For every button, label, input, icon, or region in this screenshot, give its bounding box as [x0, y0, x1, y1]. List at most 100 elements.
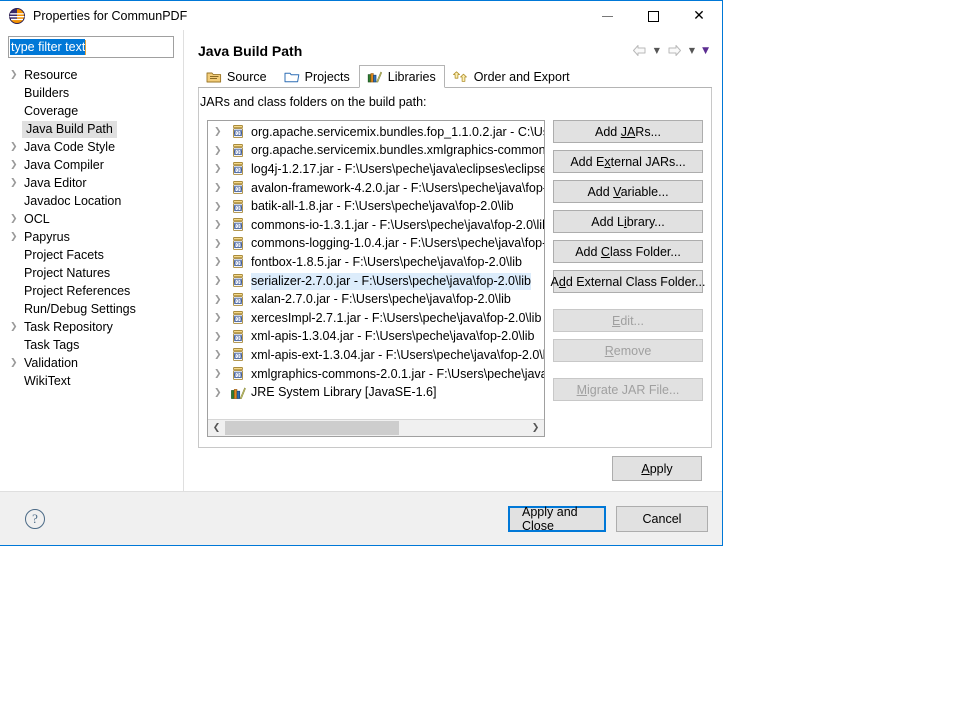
sidebar-item-java-code-style[interactable]: ❯ Java Code Style	[0, 138, 183, 156]
chevron-right-icon[interactable]: ❯	[214, 332, 230, 342]
filter-input[interactable]: type filter text	[8, 36, 174, 58]
build-path-entry[interactable]: ❯ 010 commons-logging-1.0.4.jar - F:\Users…	[208, 235, 544, 254]
chevron-right-icon[interactable]: ❯	[214, 257, 230, 267]
cancel-button[interactable]: Cancel	[616, 505, 708, 532]
chevron-right-icon[interactable]: ❯	[214, 313, 230, 323]
svg-text:010: 010	[234, 168, 243, 174]
svg-text:010: 010	[234, 373, 243, 379]
build-path-entry[interactable]: ❯ 010 log4j-1.2.17.jar - F:\Users\peche\ja…	[208, 160, 544, 179]
sidebar-item-project-natures[interactable]: Project Natures	[0, 264, 183, 282]
window-controls: ✕	[584, 1, 722, 31]
build-path-entry[interactable]: ❯ 010 org.apache.servicemix.bundles.fop_1.…	[208, 123, 544, 142]
scrollbar-thumb[interactable]	[225, 420, 399, 435]
sidebar-item-java-build-path[interactable]: Java Build Path	[0, 120, 183, 138]
build-path-entry[interactable]: ❯ 010 serializer-2.7.0.jar - F:\Users\pech…	[208, 272, 544, 291]
chevron-right-icon[interactable]: ❯	[214, 239, 230, 249]
build-path-entry-label: xalan-2.7.0.jar - F:\Users\peche\java\fo…	[251, 292, 511, 307]
svg-text:010: 010	[234, 354, 243, 360]
chevron-right-icon[interactable]: ❯	[10, 160, 24, 170]
chevron-right-icon[interactable]: ❯	[10, 214, 24, 224]
chevron-right-icon[interactable]: ❯	[214, 164, 230, 174]
add-library-button[interactable]: Add Library...	[553, 210, 703, 233]
chevron-right-icon[interactable]: ❯	[214, 127, 230, 137]
forward-menu-chevron-down-icon[interactable]: ▼	[686, 46, 698, 55]
sidebar-item-task-tags[interactable]: Task Tags	[0, 336, 183, 354]
sidebar-item-ocl[interactable]: ❯ OCL	[0, 210, 183, 228]
scrollbar-track[interactable]	[225, 420, 527, 437]
back-arrow-icon[interactable]	[629, 42, 650, 59]
close-button[interactable]: ✕	[676, 1, 722, 31]
chevron-right-icon[interactable]: ❯	[214, 183, 230, 193]
help-question-icon[interactable]: ?	[25, 508, 45, 529]
build-path-entry[interactable]: ❯ 010 org.apache.servicemix.bundles.xmlgra…	[208, 142, 544, 161]
tab-libraries[interactable]: Libraries	[358, 65, 445, 88]
horizontal-scrollbar[interactable]: ❮ ❯	[208, 419, 544, 436]
chevron-right-icon[interactable]: ❯	[214, 295, 230, 305]
chevron-right-icon[interactable]: ❯	[10, 322, 24, 332]
sidebar-item-resource[interactable]: ❯ Resource	[0, 66, 183, 84]
tab-label: Source	[227, 69, 267, 84]
chevron-right-icon[interactable]: ❯	[10, 358, 24, 368]
back-menu-chevron-down-icon[interactable]: ▼	[651, 46, 663, 55]
chevron-right-icon[interactable]: ❯	[214, 220, 230, 230]
scroll-right-icon[interactable]: ❯	[527, 420, 544, 437]
sidebar-item-javadoc-location[interactable]: Javadoc Location	[0, 192, 183, 210]
chevron-right-icon[interactable]: ❯	[10, 178, 24, 188]
chevron-right-icon[interactable]: ❯	[214, 369, 230, 379]
sidebar-item-task-repository[interactable]: ❯ Task Repository	[0, 318, 183, 336]
chevron-right-icon[interactable]: ❯	[214, 202, 230, 212]
sidebar-item-label: Java Editor	[24, 175, 87, 190]
build-path-entry[interactable]: ❯ 010 xml-apis-ext-1.3.04.jar - F:\Users\p…	[208, 346, 544, 365]
chevron-right-icon[interactable]: ❯	[10, 232, 24, 242]
build-path-entry[interactable]: ❯ 010 xml-apis-1.3.04.jar - F:\Users\peche…	[208, 328, 544, 347]
sidebar-item-java-compiler[interactable]: ❯ Java Compiler	[0, 156, 183, 174]
libraries-tab-panel: JARs and class folders on the build path…	[198, 88, 712, 448]
build-path-entry[interactable]: ❯ 010 xalan-2.7.0.jar - F:\Users\peche\jav…	[208, 290, 544, 309]
chevron-right-icon[interactable]: ❯	[10, 70, 24, 80]
chevron-right-icon[interactable]: ❯	[214, 146, 230, 156]
build-path-entry[interactable]: ❯ 010 commons-io-1.3.1.jar - F:\Users\pech…	[208, 216, 544, 235]
add-jars-button[interactable]: Add JARs...	[553, 120, 703, 143]
sidebar-item-wikitext[interactable]: WikiText	[0, 372, 183, 390]
sidebar-item-java-editor[interactable]: ❯ Java Editor	[0, 174, 183, 192]
add-class-folder-button[interactable]: Add Class Folder...	[553, 240, 703, 263]
scroll-left-icon[interactable]: ❮	[208, 420, 225, 437]
tab-projects[interactable]: Projects	[276, 65, 359, 87]
build-path-entry[interactable]: ❯ 010 batik-all-1.8.jar - F:\Users\peche\j…	[208, 197, 544, 216]
sidebar-item-label: Task Repository	[24, 319, 113, 334]
chevron-right-icon[interactable]: ❯	[214, 350, 230, 360]
build-path-entry[interactable]: ❯ JRE System Library [JavaSE-1.6]	[208, 383, 544, 402]
sidebar-item-run-debug-settings[interactable]: Run/Debug Settings	[0, 300, 183, 318]
sidebar-item-label: Builders	[24, 85, 70, 100]
view-menu-chevron-down-icon[interactable]: ▼	[699, 46, 712, 56]
sidebar-item-papyrus[interactable]: ❯ Papyrus	[0, 228, 183, 246]
build-path-entry[interactable]: ❯ 010 avalon-framework-4.2.0.jar - F:\User…	[208, 179, 544, 198]
add-external-class-folder-button[interactable]: Add External Class Folder...	[551, 270, 705, 293]
apply-and-close-button[interactable]: Apply and Close	[508, 505, 606, 533]
chevron-right-icon[interactable]: ❯	[10, 142, 24, 152]
build-path-entry[interactable]: ❯ 010 xmlgraphics-commons-2.0.1.jar - F:\U…	[208, 365, 544, 384]
maximize-button[interactable]	[630, 1, 676, 31]
sidebar-item-validation[interactable]: ❯ Validation	[0, 354, 183, 372]
apply-button[interactable]: Apply	[612, 456, 702, 481]
sidebar-item-project-facets[interactable]: Project Facets	[0, 246, 183, 264]
build-path-entry[interactable]: ❯ 010 fontbox-1.8.5.jar - F:\Users\peche\j…	[208, 253, 544, 272]
sidebar-item-project-references[interactable]: Project References	[0, 282, 183, 300]
source-folder-icon	[206, 70, 222, 84]
tab-source[interactable]: Source	[198, 65, 276, 87]
add-external-jars-button[interactable]: Add External JARs...	[553, 150, 703, 173]
chevron-right-icon[interactable]: ❯	[214, 388, 230, 398]
sidebar-item-coverage[interactable]: Coverage	[0, 102, 183, 120]
forward-arrow-icon[interactable]	[664, 42, 685, 59]
chevron-right-icon[interactable]: ❯	[214, 276, 230, 286]
add-variable-button[interactable]: Add Variable...	[553, 180, 703, 203]
tab-order-and-export[interactable]: Order and Export	[445, 65, 579, 87]
build-path-entry[interactable]: ❯ 010 xercesImpl-2.7.1.jar - F:\Users\pech…	[208, 309, 544, 328]
svg-text:010: 010	[234, 280, 243, 286]
minimize-button[interactable]	[584, 1, 630, 31]
libraries-panel-inner: ❯ 010 org.apache.servicemix.bundles.fop_1.…	[199, 114, 711, 447]
help-glyph: ?	[32, 510, 38, 526]
sidebar-item-builders[interactable]: Builders	[0, 84, 183, 102]
title-bar[interactable]: Properties for CommunPDF ✕	[0, 0, 722, 30]
build-path-listbox[interactable]: ❯ 010 org.apache.servicemix.bundles.fop_1.…	[207, 120, 545, 437]
